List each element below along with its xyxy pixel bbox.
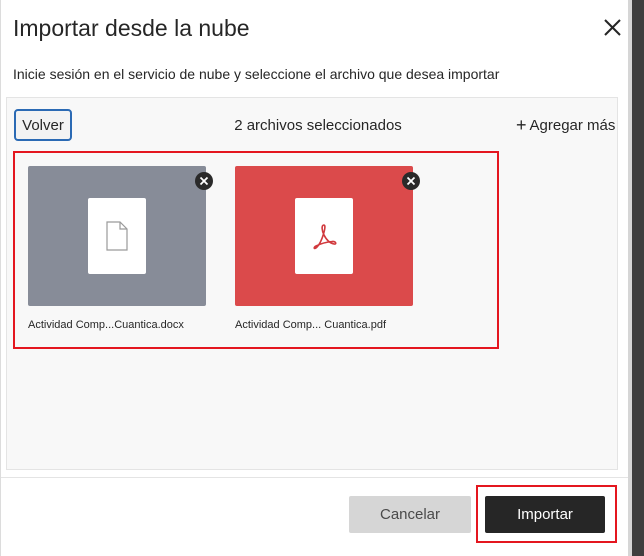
- remove-file-button[interactable]: [402, 172, 420, 190]
- document-page: [88, 198, 146, 274]
- close-icon: [604, 19, 621, 36]
- add-more-button[interactable]: + Agregar más: [516, 115, 615, 135]
- file-card-docx[interactable]: Actividad Comp...Cuantica.docx: [28, 166, 213, 333]
- dialog-subtitle: Inicie sesión en el servicio de nube y s…: [13, 66, 500, 82]
- add-more-label: Agregar más: [529, 116, 616, 134]
- remove-file-button[interactable]: [195, 172, 213, 190]
- footer-divider: [1, 477, 628, 478]
- remove-icon: [406, 176, 416, 186]
- file-name: Actividad Comp...Cuantica.docx: [28, 319, 184, 331]
- window-edge-shadow: [628, 0, 632, 556]
- file-card-pdf[interactable]: Actividad Comp... Cuantica.pdf: [235, 166, 420, 333]
- import-cloud-dialog: Importar desde la nube Inicie sesión en …: [1, 0, 628, 556]
- file-name: Actividad Comp... Cuantica.pdf: [235, 319, 387, 331]
- close-button[interactable]: [599, 14, 627, 42]
- dialog-title: Importar desde la nube: [13, 15, 250, 41]
- file-selection-panel: Volver 2 archivos seleccionados + Agrega…: [6, 97, 618, 470]
- document-page: [295, 198, 353, 274]
- selected-files-highlight: Actividad Comp...Cuantica.docx Actividad…: [13, 151, 499, 349]
- file-thumbnail[interactable]: [28, 166, 206, 306]
- import-button-highlight: Importar: [476, 485, 617, 543]
- file-thumbnail[interactable]: [235, 166, 413, 306]
- document-icon: [106, 221, 128, 251]
- remove-icon: [199, 176, 209, 186]
- pdf-icon: [313, 224, 337, 250]
- plus-icon: +: [516, 115, 527, 135]
- import-button[interactable]: Importar: [485, 496, 605, 533]
- cancel-button[interactable]: Cancelar: [349, 496, 471, 533]
